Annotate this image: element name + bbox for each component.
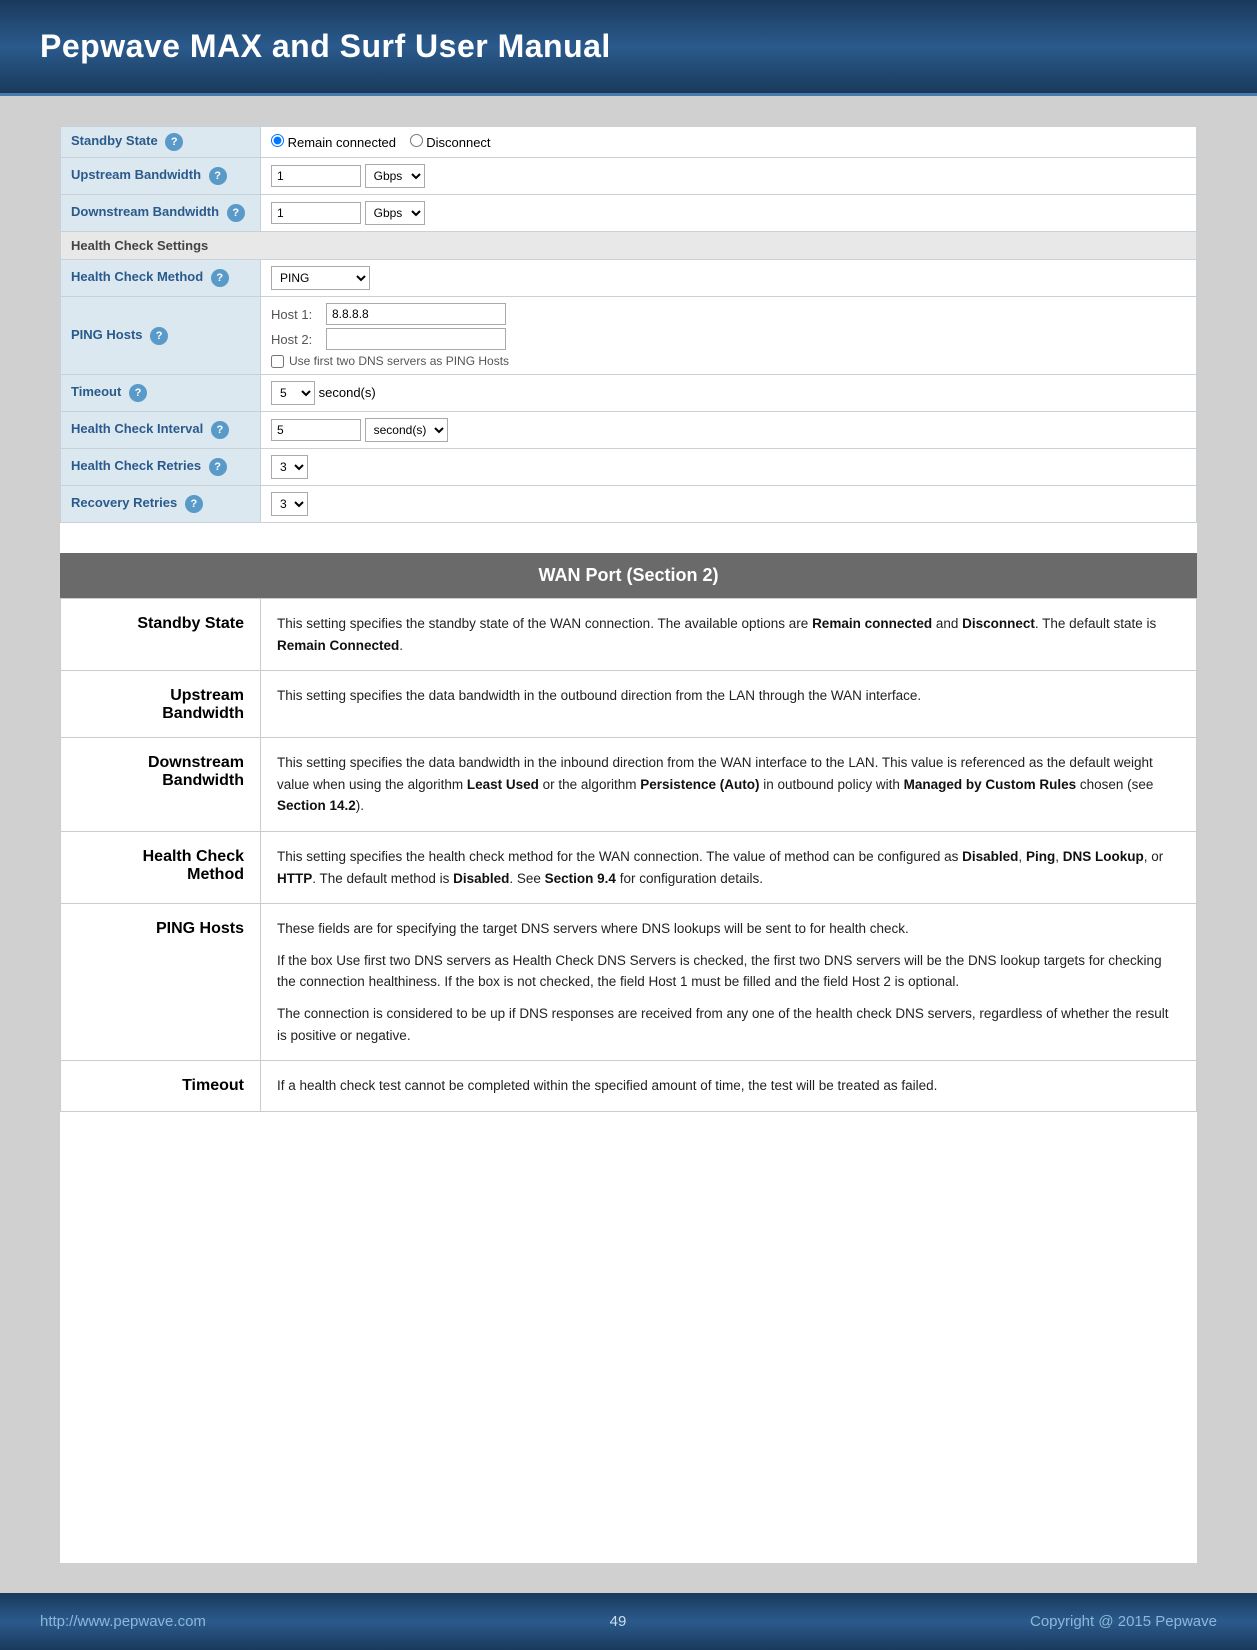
downstream-value-input[interactable] bbox=[271, 202, 361, 224]
wan-desc-timeout: If a health check test cannot be complet… bbox=[261, 1061, 1197, 1112]
wan-term-ping-hosts: PING Hosts bbox=[61, 904, 261, 1061]
wan-term-hc-method: Health CheckMethod bbox=[61, 831, 261, 903]
page-footer: http://www.pepwave.com 49 Copyright @ 20… bbox=[0, 1593, 1257, 1650]
help-icon-hc-retries[interactable]: ? bbox=[209, 458, 227, 476]
field-label-hc-interval: Health Check Interval ? bbox=[61, 412, 261, 449]
help-icon-timeout[interactable]: ? bbox=[129, 384, 147, 402]
field-value-standby: Remain connected Disconnect bbox=[261, 127, 1197, 158]
help-icon-hc-method[interactable]: ? bbox=[211, 269, 229, 287]
wan-term-row: Standby State This setting specifies the… bbox=[61, 599, 1197, 671]
wan-term-row: PING Hosts These fields are for specifyi… bbox=[61, 904, 1197, 1061]
field-value-ping-hosts: Host 1: Host 2: Use first two DNS server… bbox=[261, 297, 1197, 375]
help-icon-upstream[interactable]: ? bbox=[209, 167, 227, 185]
settings-table: Standby State ? Remain connected Disconn… bbox=[60, 126, 1197, 523]
table-row: Health Check Method ? PING Disabled DNS … bbox=[61, 260, 1197, 297]
wan-section-header: WAN Port (Section 2) bbox=[60, 553, 1197, 598]
field-value-recovery-retries: 3 1 2 5 bbox=[261, 486, 1197, 523]
wan-desc-downstream: This setting specifies the data bandwidt… bbox=[261, 738, 1197, 832]
field-value-timeout: 5 10 15 20 second(s) bbox=[261, 375, 1197, 412]
wan-term-downstream: DownstreamBandwidth bbox=[61, 738, 261, 832]
field-value-upstream: Gbps Mbps Kbps bbox=[261, 158, 1197, 195]
hc-interval-unit-select[interactable]: second(s) minute(s) bbox=[365, 418, 448, 442]
table-row: Standby State ? Remain connected Disconn… bbox=[61, 127, 1197, 158]
upstream-value-input[interactable] bbox=[271, 165, 361, 187]
timeout-unit-label: second(s) bbox=[319, 385, 376, 400]
page-title: Pepwave MAX and Surf User Manual bbox=[40, 28, 1217, 65]
table-row: Upstream Bandwidth ? Gbps Mbps Kbps bbox=[61, 158, 1197, 195]
field-value-hc-interval: second(s) minute(s) bbox=[261, 412, 1197, 449]
field-value-hc-method: PING Disabled DNS Lookup HTTP bbox=[261, 260, 1197, 297]
wan-desc-ping-hosts: These fields are for specifying the targ… bbox=[261, 904, 1197, 1061]
ping-host2-row: Host 2: bbox=[271, 328, 1186, 350]
host1-input[interactable] bbox=[326, 303, 506, 325]
downstream-unit-select[interactable]: Gbps Mbps Kbps bbox=[365, 201, 425, 225]
field-label-hc-retries: Health Check Retries ? bbox=[61, 449, 261, 486]
field-label-downstream: Downstream Bandwidth ? bbox=[61, 195, 261, 232]
help-icon-ping-hosts[interactable]: ? bbox=[150, 327, 168, 345]
footer-copyright: Copyright @ 2015 Pepwave bbox=[1030, 1613, 1217, 1630]
hc-interval-input[interactable] bbox=[271, 419, 361, 441]
use-dns-checkbox[interactable] bbox=[271, 355, 284, 368]
table-row: Health Check Retries ? 3 1 2 5 bbox=[61, 449, 1197, 486]
table-row: Downstream Bandwidth ? Gbps Mbps Kbps bbox=[61, 195, 1197, 232]
main-content: Standby State ? Remain connected Disconn… bbox=[60, 126, 1197, 1563]
field-label-standby: Standby State ? bbox=[61, 127, 261, 158]
field-label-upstream: Upstream Bandwidth ? bbox=[61, 158, 261, 195]
field-label-timeout: Timeout ? bbox=[61, 375, 261, 412]
host2-input[interactable] bbox=[326, 328, 506, 350]
host1-label: Host 1: bbox=[271, 307, 326, 322]
wan-desc-standby: This setting specifies the standby state… bbox=[261, 599, 1197, 671]
help-icon-hc-interval[interactable]: ? bbox=[211, 421, 229, 439]
ping-host1-row: Host 1: bbox=[271, 303, 1186, 325]
table-row: PING Hosts ? Host 1: Host 2: Use first t… bbox=[61, 297, 1197, 375]
dns-checkbox-label: Use first two DNS servers as PING Hosts bbox=[289, 354, 509, 368]
host2-label: Host 2: bbox=[271, 332, 326, 347]
field-label-recovery-retries: Recovery Retries ? bbox=[61, 486, 261, 523]
field-value-hc-retries: 3 1 2 5 bbox=[261, 449, 1197, 486]
help-icon-downstream[interactable]: ? bbox=[227, 204, 245, 222]
field-label-ping-hosts: PING Hosts ? bbox=[61, 297, 261, 375]
hc-method-select[interactable]: PING Disabled DNS Lookup HTTP bbox=[271, 266, 370, 290]
help-icon-standby[interactable]: ? bbox=[165, 133, 183, 151]
recovery-retries-select[interactable]: 3 1 2 5 bbox=[271, 492, 308, 516]
footer-page: 49 bbox=[610, 1613, 627, 1630]
table-row: Health Check Settings bbox=[61, 232, 1197, 260]
table-row: Timeout ? 5 10 15 20 second(s) bbox=[61, 375, 1197, 412]
wan-port-section: WAN Port (Section 2) Standby State This … bbox=[60, 553, 1197, 1112]
wan-term-row: Timeout If a health check test cannot be… bbox=[61, 1061, 1197, 1112]
wan-term-timeout: Timeout bbox=[61, 1061, 261, 1112]
wan-term-upstream: UpstreamBandwidth bbox=[61, 671, 261, 738]
hc-retries-select[interactable]: 3 1 2 5 bbox=[271, 455, 308, 479]
wan-term-row: DownstreamBandwidth This setting specifi… bbox=[61, 738, 1197, 832]
wan-term-standby: Standby State bbox=[61, 599, 261, 671]
wan-term-row: UpstreamBandwidth This setting specifies… bbox=[61, 671, 1197, 738]
health-check-section-header: Health Check Settings bbox=[61, 232, 1197, 260]
table-row: Recovery Retries ? 3 1 2 5 bbox=[61, 486, 1197, 523]
timeout-value-select[interactable]: 5 10 15 20 bbox=[271, 381, 315, 405]
wan-term-row: Health CheckMethod This setting specifie… bbox=[61, 831, 1197, 903]
footer-url: http://www.pepwave.com bbox=[40, 1613, 206, 1630]
field-value-downstream: Gbps Mbps Kbps bbox=[261, 195, 1197, 232]
radio-disconnect[interactable]: Disconnect bbox=[410, 135, 491, 150]
field-label-hc-method: Health Check Method ? bbox=[61, 260, 261, 297]
upstream-unit-select[interactable]: Gbps Mbps Kbps bbox=[365, 164, 425, 188]
page-header: Pepwave MAX and Surf User Manual bbox=[0, 0, 1257, 96]
table-row: Health Check Interval ? second(s) minute… bbox=[61, 412, 1197, 449]
wan-desc-hc-method: This setting specifies the health check … bbox=[261, 831, 1197, 903]
radio-remain-connected[interactable]: Remain connected bbox=[271, 135, 400, 150]
wan-desc-upstream: This setting specifies the data bandwidt… bbox=[261, 671, 1197, 738]
wan-terms-table: Standby State This setting specifies the… bbox=[60, 598, 1197, 1112]
help-icon-recovery-retries[interactable]: ? bbox=[185, 495, 203, 513]
dns-checkbox-row: Use first two DNS servers as PING Hosts bbox=[271, 354, 1186, 368]
